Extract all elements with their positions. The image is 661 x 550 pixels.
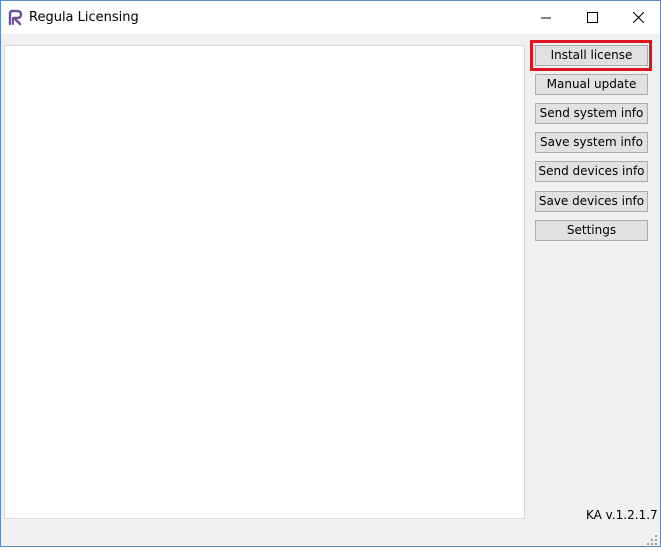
send-devices-info-button[interactable]: Send devices info — [535, 161, 648, 182]
window-title: Regula Licensing — [29, 10, 139, 25]
maximize-icon — [586, 12, 598, 23]
save-devices-info-button[interactable]: Save devices info — [535, 191, 648, 212]
settings-button[interactable]: Settings — [535, 220, 648, 241]
close-button[interactable] — [615, 1, 661, 34]
send-system-info-button[interactable]: Send system info — [535, 103, 648, 124]
log-panel[interactable] — [4, 45, 525, 519]
version-label: KA v.1.2.1.7 — [586, 508, 658, 522]
install-license-button[interactable]: Install license — [535, 45, 648, 66]
minimize-button[interactable] — [523, 1, 569, 34]
save-system-info-button[interactable]: Save system info — [535, 132, 648, 153]
minimize-icon — [541, 13, 551, 23]
app-window: Regula Licensing Install license Manual … — [0, 0, 661, 547]
close-icon — [632, 12, 644, 23]
manual-update-button[interactable]: Manual update — [535, 74, 648, 95]
maximize-button[interactable] — [569, 1, 615, 34]
regula-logo-icon — [7, 9, 24, 26]
resize-grip-icon[interactable] — [646, 531, 658, 545]
title-bar[interactable]: Regula Licensing — [1, 1, 660, 34]
status-bar — [1, 524, 660, 546]
